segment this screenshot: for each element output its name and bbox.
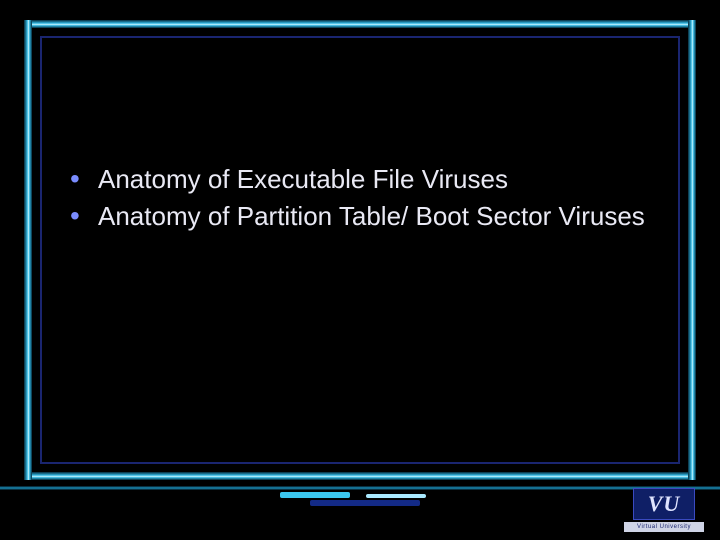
logo-caption: Virtual University — [624, 522, 704, 532]
footer-ornament — [280, 492, 440, 512]
slide-body: Anatomy of Executable File Viruses Anato… — [70, 160, 656, 236]
logo-mark: VU — [633, 488, 695, 520]
bullet-list: Anatomy of Executable File Viruses Anato… — [70, 162, 656, 234]
footer-rule — [0, 486, 720, 490]
border-left — [24, 20, 32, 480]
list-item: Anatomy of Partition Table/ Boot Sector … — [70, 199, 656, 234]
border-right — [688, 20, 696, 480]
inner-border — [40, 36, 680, 464]
border-top — [24, 20, 696, 28]
slide-frame: Anatomy of Executable File Viruses Anato… — [24, 20, 696, 480]
vu-logo: VU Virtual University — [622, 488, 706, 532]
border-bottom — [24, 472, 696, 480]
list-item: Anatomy of Executable File Viruses — [70, 162, 656, 197]
